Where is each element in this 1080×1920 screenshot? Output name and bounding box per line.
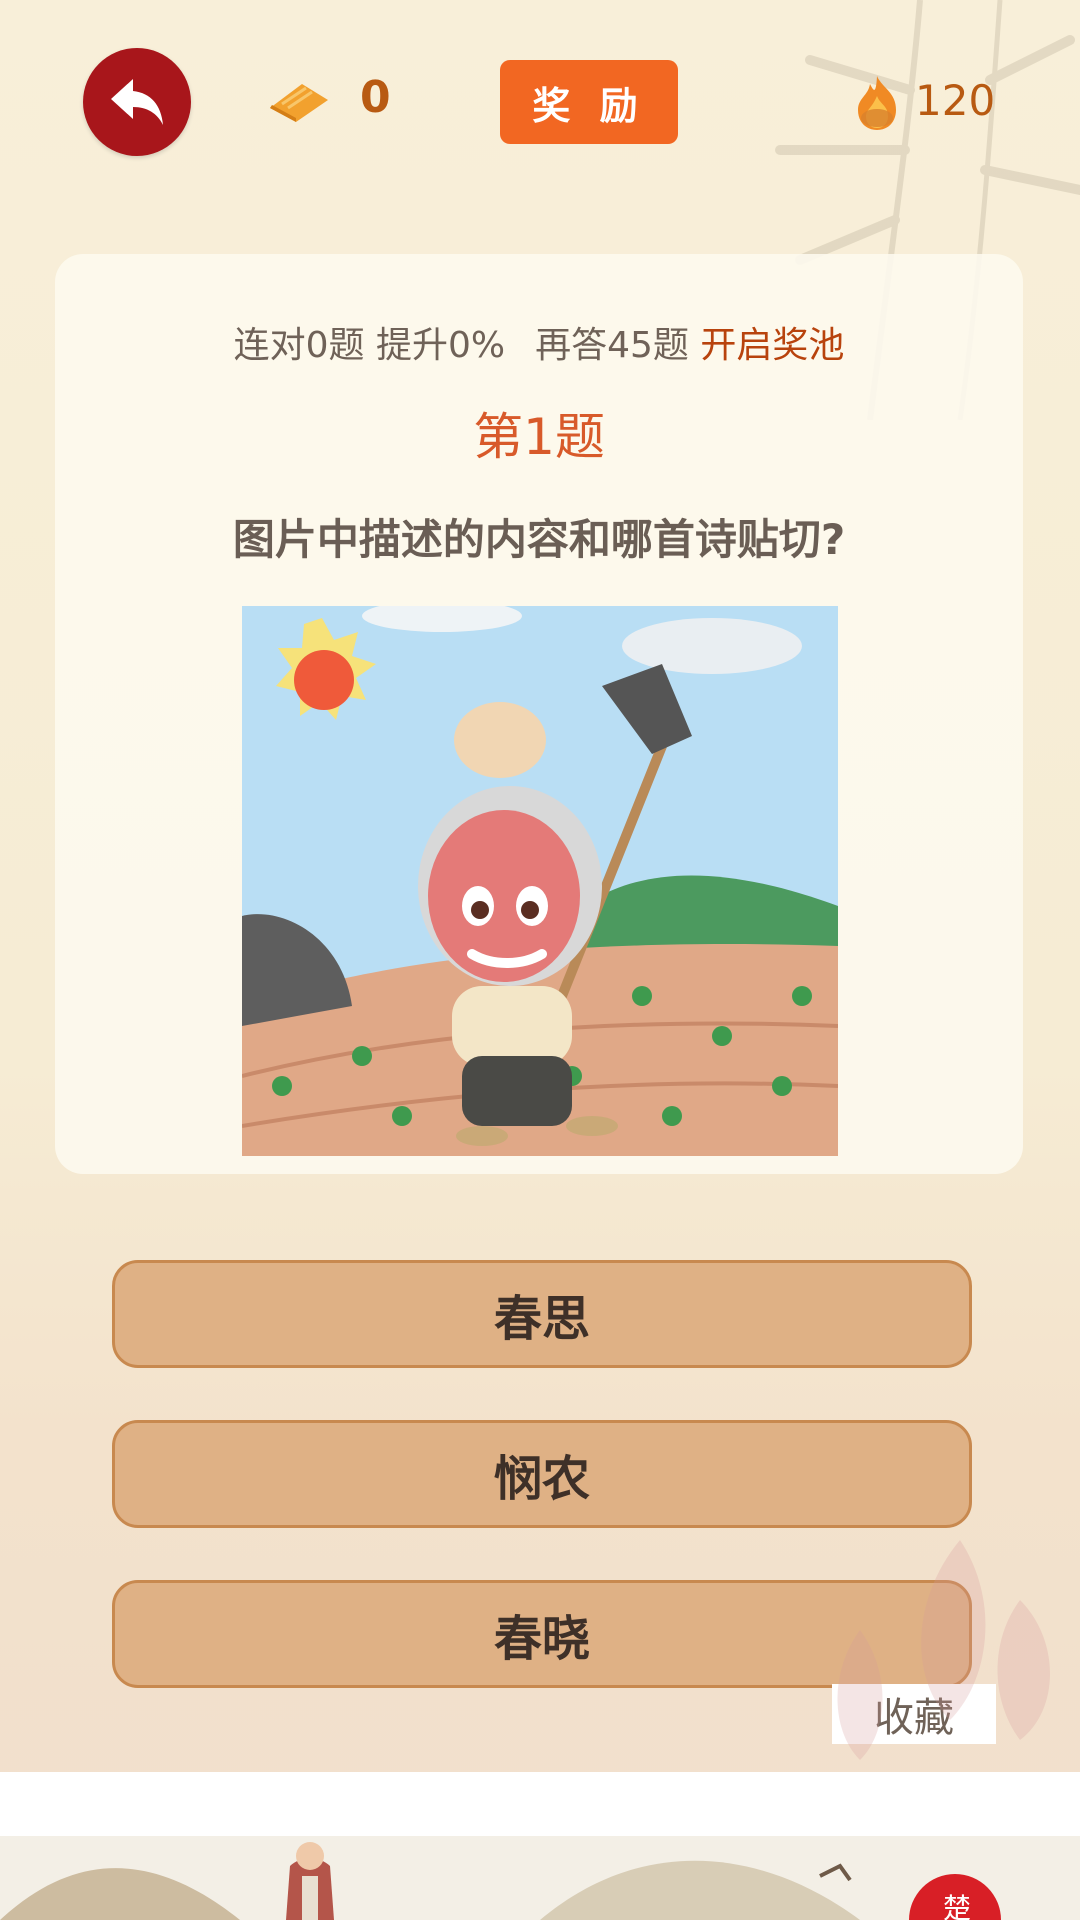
banner-badge-text: 楚 (943, 1892, 971, 1920)
flame-icon (858, 76, 896, 130)
scroll-ticket-icon (270, 84, 328, 122)
answer-option-1[interactable]: 春思 (112, 1260, 972, 1368)
reward-pool-link[interactable]: 开启奖池 (700, 325, 844, 366)
back-arrow-icon (111, 79, 163, 125)
streak-stat: 连对0题 提升0% (233, 325, 506, 366)
back-button[interactable] (83, 48, 191, 156)
question-illustration (242, 606, 838, 1156)
question-number: 第1题 (473, 408, 605, 466)
ticket-count: 0 (360, 72, 391, 123)
flame-count: 120 (915, 76, 996, 125)
progress-stats: 连对0题 提升0% 再答45题 开启奖池 (55, 316, 1023, 368)
question-card: 连对0题 提升0% 再答45题 开启奖池 第1题 图片中描述的内容和哪首诗贴切? (55, 254, 1023, 1174)
reward-button[interactable]: 奖 励 (500, 60, 678, 144)
bottom-banner-ad[interactable]: 楚 (0, 1836, 1080, 1920)
question-text: 图片中描述的内容和哪首诗贴切? (232, 515, 846, 564)
lotus-decoration (837, 1540, 1050, 1760)
remaining-stat: 再答45题 (535, 325, 689, 366)
